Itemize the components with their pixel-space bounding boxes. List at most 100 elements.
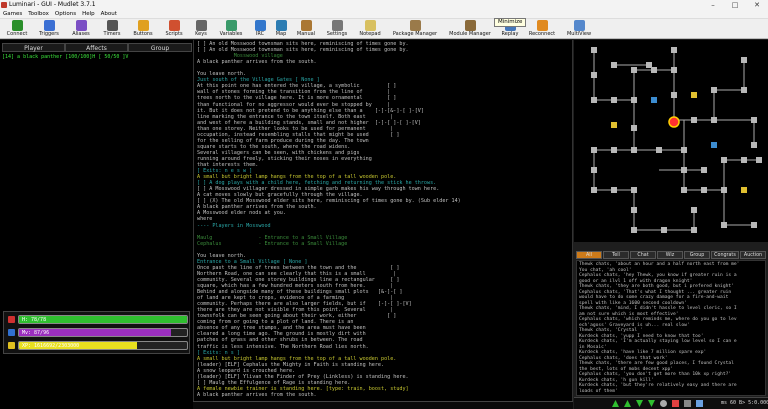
minimize-button[interactable]: –	[702, 0, 724, 10]
chat-tab-chat[interactable]: Chat	[630, 251, 656, 259]
status-down-icon	[636, 400, 643, 407]
movement-gauge-label: Mv: 87/96	[22, 330, 50, 336]
chat-line: Kurdeck chats, 'have like 7 million spar…	[579, 350, 707, 355]
notepad-icon	[364, 20, 376, 31]
map-button[interactable]: Map	[271, 19, 291, 39]
module-manager-button[interactable]: Module Manager	[444, 19, 496, 39]
group-header-affects[interactable]: Affects	[65, 43, 128, 52]
mudlet-app-icon	[1, 2, 7, 8]
chat-tab-wiz[interactable]: Wiz	[657, 251, 683, 259]
menu-games[interactable]: Games	[0, 10, 25, 19]
keys-icon	[195, 20, 207, 31]
aliases-button[interactable]: Aliases	[66, 19, 96, 39]
chat-line: Cephalus chats, 'you don't get more than…	[579, 372, 732, 377]
console-line: patches of grass and other shrubs in bet…	[197, 337, 363, 344]
chat-line: Thewk chats, 'there are few good places,…	[579, 361, 734, 366]
console-line: Cephalus - Entrance to a Small Village	[197, 240, 348, 247]
group-header-player[interactable]: Player	[2, 43, 65, 52]
group-header-group[interactable]: Group	[128, 43, 192, 52]
status-text: ms 60 B> 5:0.000	[721, 400, 768, 406]
status-down-icon-2	[648, 400, 655, 407]
menu-bar: Games Toolbox Options Help About	[0, 10, 768, 19]
experience-icon	[8, 342, 15, 349]
console-line: traffic is less intensive. The Northern …	[197, 343, 369, 350]
triggers-button[interactable]: Triggers	[33, 19, 65, 39]
console-line: than functional for no aggressor would e…	[197, 101, 394, 108]
chat-tab-congrats[interactable]: Congrats	[711, 251, 739, 259]
console-line: trees north to the village here. It is m…	[197, 95, 397, 102]
variables-button[interactable]: Variables	[213, 19, 249, 39]
close-button[interactable]: ✕	[746, 0, 768, 10]
maximize-button[interactable]: □	[724, 0, 746, 10]
scripts-icon	[168, 20, 180, 31]
menu-about[interactable]: About	[98, 10, 120, 19]
multiview-icon	[573, 20, 585, 31]
reconnect-button[interactable]: Reconnect	[524, 19, 560, 39]
manual-button[interactable]: Manual	[292, 19, 320, 39]
multiview-button[interactable]: MultiView	[561, 19, 597, 39]
chat-output[interactable]: Thewk chats, 'about an hour and a half n…	[576, 260, 766, 396]
chat-line: Cephalus chats, 'which reminds me, where…	[579, 317, 737, 322]
status-network-icon	[696, 400, 703, 407]
status-lock-icon	[684, 400, 691, 407]
irc-icon	[254, 20, 266, 31]
command-line-input[interactable]	[193, 401, 573, 409]
chat-line: Thewk chats, 'mind, I didn't hassle to l…	[579, 306, 737, 311]
connect-button[interactable]: Connect	[2, 19, 32, 39]
aliases-icon	[75, 20, 87, 31]
status-settings-icon	[660, 400, 667, 407]
buttons-button[interactable]: Buttons	[128, 19, 158, 39]
map-icon	[275, 20, 287, 31]
window-title: Luminari - GUI - Mudlet 3.7.1	[9, 1, 96, 8]
movement-gauge: Mv: 87/96	[18, 328, 188, 337]
triggers-icon	[43, 20, 55, 31]
vitals-gauges: H: 78/78 Mv: 87/96 XP: 1616692/2303000	[3, 311, 190, 354]
status-alert-icon	[672, 400, 679, 407]
chat-line: Kurdeck chats, 'but they're relatively e…	[579, 383, 737, 388]
experience-gauge: XP: 1616692/2303000	[18, 341, 188, 350]
timers-button[interactable]: Timers	[97, 19, 127, 39]
chat-tab-auction[interactable]: Auction	[740, 251, 766, 259]
settings-icon	[331, 20, 343, 31]
irc-button[interactable]: IRC	[250, 19, 270, 39]
map-canvas	[591, 47, 762, 233]
menu-help[interactable]: Help	[79, 10, 98, 19]
timers-icon	[106, 20, 118, 31]
variables-icon	[225, 20, 237, 31]
chat-tab-all[interactable]: All	[576, 251, 602, 259]
chat-line: Thewk chats, 'about an hour and a half n…	[579, 262, 740, 267]
console-line: ---- Players in Mosswood	[197, 222, 271, 229]
notepad-button[interactable]: Notepad	[354, 19, 386, 39]
settings-button[interactable]: Settings	[321, 19, 353, 39]
console-line: where	[197, 216, 213, 223]
experience-gauge-label: XP: 1616692/2303000	[22, 343, 80, 349]
status-up-icon-2	[624, 400, 631, 407]
window-titlebar: Luminari - GUI - Mudlet 3.7.1 – □ ✕	[0, 0, 768, 10]
package-manager-button[interactable]: Package Manager	[387, 19, 443, 39]
chat-line: Cephalus chats, 'hey Thewk, you know if …	[579, 273, 737, 278]
group-member-row: [14] a black panther [100/100]H [ 50/50 …	[2, 54, 129, 60]
chat-line: Thewk chats, 'they are both good, but i …	[579, 284, 734, 289]
console-line: A black panther arrives from the south.	[197, 59, 317, 66]
buttons-icon	[137, 20, 149, 31]
chat-tab-group[interactable]: Group	[684, 251, 710, 259]
menu-options[interactable]: Options	[52, 10, 79, 19]
movement-icon	[8, 329, 15, 336]
chat-line: Kurdeck chats, 'I'm actually staying low…	[579, 339, 737, 344]
health-gauge-label: H: 78/78	[22, 317, 47, 323]
chat-tab-tell[interactable]: Tell	[603, 251, 629, 259]
manual-icon	[300, 20, 312, 31]
scripts-button[interactable]: Scripts	[159, 19, 189, 39]
reconnect-icon	[536, 20, 548, 31]
main-console[interactable]: [ ] An old Mosswood townsman sits here, …	[193, 40, 573, 401]
health-icon	[8, 316, 15, 323]
group-header: Player Affects Group	[2, 43, 192, 52]
mapper-view[interactable]	[574, 40, 768, 242]
chat-tabs: All Tell Chat Wiz Group Congrats Auction	[576, 251, 766, 259]
player-location-marker	[668, 116, 680, 128]
health-gauge: H: 78/78	[18, 315, 188, 324]
keys-button[interactable]: Keys	[190, 19, 212, 39]
menu-toolbox[interactable]: Toolbox	[25, 10, 52, 19]
module-manager-icon	[464, 20, 476, 31]
chat-line: Thewk chats, 'Crystal '	[579, 328, 643, 333]
